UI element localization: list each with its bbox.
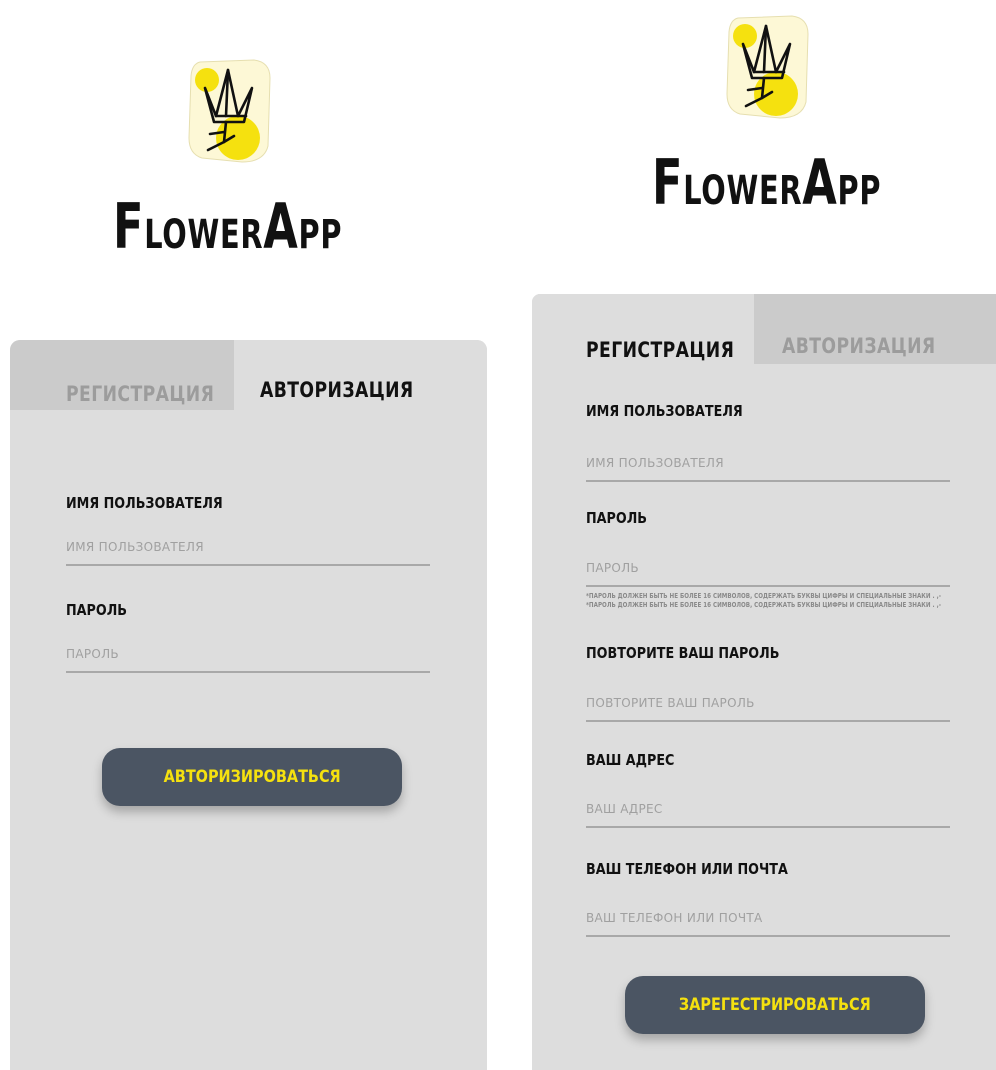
- username-label: ИМЯ ПОЛЬЗОВАТЕЛЯ: [586, 402, 743, 420]
- address-label: ВАШ АДРЕС: [586, 751, 675, 769]
- tab-authorization[interactable]: АВТОРИЗАЦИЯ: [234, 340, 487, 410]
- password-label: ПАРОЛЬ: [586, 509, 648, 527]
- tab-registration[interactable]: РЕГИСТРАЦИЯ: [10, 340, 234, 410]
- username-input[interactable]: [66, 530, 430, 566]
- flower-logo-icon: [188, 59, 271, 163]
- username-label: ИМЯ ПОЛЬЗОВАТЕЛЯ: [66, 494, 223, 512]
- tab-authorization[interactable]: АВТОРИЗАЦИЯ: [754, 294, 996, 364]
- tab-registration[interactable]: РЕГИСТРАЦИЯ: [532, 294, 754, 364]
- auth-panel: РЕГИСТРАЦИЯ АВТОРИЗАЦИЯ ИМЯ ПОЛЬЗОВАТЕЛЯ…: [10, 340, 487, 1070]
- register-button[interactable]: ЗАРЕГЕСТРИРОВАТЬСЯ: [625, 976, 925, 1034]
- address-input[interactable]: [586, 792, 950, 828]
- password-label: ПАРОЛЬ: [66, 601, 128, 619]
- login-screen: FLOWERAPP РЕГИСТРАЦИЯ АВТОРИЗАЦИЯ ИМЯ ПО…: [0, 0, 500, 1070]
- authorize-button[interactable]: АВТОРИЗИРОВАТЬСЯ: [102, 748, 402, 806]
- app-name-logo: FLOWERAPP: [113, 190, 343, 263]
- repeat-password-input[interactable]: [586, 686, 950, 722]
- repeat-password-label: ПОВТОРИТЕ ВАШ ПАРОЛЬ: [586, 644, 780, 662]
- phone-or-email-input[interactable]: [586, 901, 950, 937]
- username-input[interactable]: [586, 446, 950, 482]
- password-input[interactable]: [586, 551, 950, 587]
- app-name-logo: FLOWERAPP: [652, 146, 882, 219]
- registration-screen: FLOWERAPP РЕГИСТРАЦИЯ АВТОРИЗАЦИЯ ИМЯ ПО…: [520, 0, 996, 1070]
- phone-or-email-label: ВАШ ТЕЛЕФОН ИЛИ ПОЧТА: [586, 860, 788, 878]
- auth-panel: РЕГИСТРАЦИЯ АВТОРИЗАЦИЯ ИМЯ ПОЛЬЗОВАТЕЛЯ…: [532, 294, 996, 1070]
- password-input[interactable]: [66, 637, 430, 673]
- flower-logo-icon: [726, 15, 809, 119]
- password-hint: *ПАРОЛЬ ДОЛЖЕН БЫТЬ НЕ БОЛЕЕ 16 СИМВОЛОВ…: [586, 592, 942, 609]
